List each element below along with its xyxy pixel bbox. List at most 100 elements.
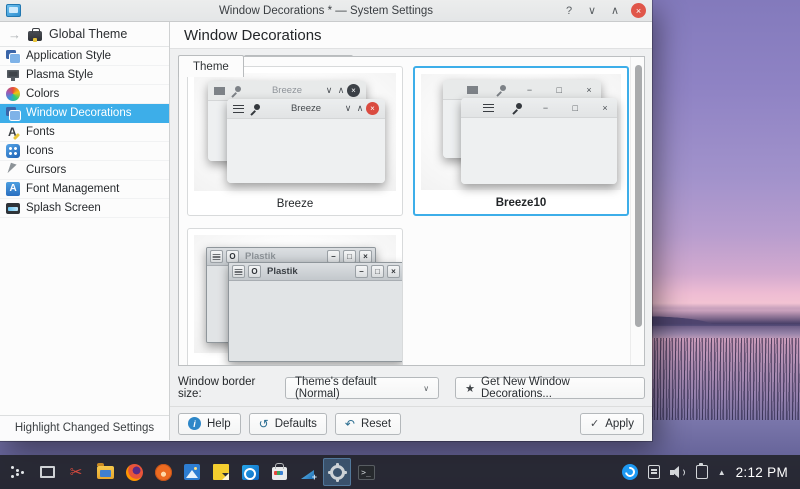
system-tray: ▲ 2:12 PM [622, 464, 796, 480]
border-size-combobox[interactable]: Theme's default (Normal) ∨ [285, 377, 439, 399]
sidebar-item-cursors[interactable]: Cursors [0, 161, 169, 180]
software-updates-icon[interactable] [622, 464, 638, 480]
system-settings-task-button[interactable] [323, 458, 351, 486]
close-window-button[interactable]: × [631, 3, 646, 18]
sidebar-item-label: Window Decorations [26, 107, 131, 119]
media-app-button[interactable] [149, 458, 177, 486]
window-decorations-icon [6, 106, 20, 120]
breeze10-preview: − □ × [421, 74, 621, 190]
window-decorations-panel: Window Decorations Theme Titlebar Button… [170, 22, 652, 440]
preview-window-title: Breeze [227, 103, 385, 114]
theme-cards-grid: Breeze ∨ ∧ × [187, 66, 629, 366]
sidebar-item-label: Icons [26, 145, 54, 157]
sidebar-item-global-theme[interactable]: → Global Theme [0, 22, 169, 47]
font-management-icon [6, 182, 20, 196]
theme-card-breeze10[interactable]: − □ × [413, 66, 629, 216]
sidebar-item-fonts[interactable]: Fonts [0, 123, 169, 142]
tray-expand-icon[interactable]: ▲ [718, 468, 726, 477]
notes-app-button[interactable] [207, 458, 235, 486]
maximize-icon: □ [371, 265, 384, 278]
sidebar-item-application-style[interactable]: Application Style [0, 47, 169, 66]
menu-icon [210, 250, 223, 263]
sidebar-item-font-management[interactable]: Font Management [0, 180, 169, 199]
sidebar-item-label: Cursors [26, 164, 66, 176]
shopping-bag-icon [272, 467, 287, 480]
global-theme-icon [28, 31, 42, 41]
star-icon: ★ [465, 382, 475, 395]
minimize-icon: − [524, 85, 536, 95]
sidebar-item-colors[interactable]: Colors [0, 85, 169, 104]
gear-icon [330, 465, 345, 480]
reset-button[interactable]: ↶ Reset [335, 413, 401, 435]
tab-theme[interactable]: Theme [178, 55, 244, 77]
terminal-icon: >_ [358, 465, 375, 480]
preview-window-active: − □ × [461, 98, 617, 184]
sidebar-item-label: Application Style [26, 50, 111, 62]
breeze-preview: Breeze ∨ ∧ × [194, 73, 396, 191]
theme-card-plastik[interactable]: O Plastik – □ × [187, 228, 403, 366]
menu-icon [232, 265, 245, 278]
border-size-row: Window border size: Theme's default (Nor… [178, 373, 645, 403]
clock[interactable]: 2:12 PM [736, 465, 788, 480]
maximize-window-button[interactable]: ∧ [608, 4, 622, 18]
preview-window-active: Breeze ∨ ∧ × [227, 99, 385, 183]
cut-tool-button[interactable]: ✂ [62, 458, 90, 486]
sidebar-item-label: Plasma Style [26, 69, 93, 81]
file-manager-button[interactable] [91, 458, 119, 486]
sidebar-item-splash-screen[interactable]: Splash Screen [0, 199, 169, 218]
desktop: Window Decorations * — System Settings ?… [0, 0, 800, 489]
app-launcher-button[interactable] [4, 458, 32, 486]
minimize-window-button[interactable]: ∨ [585, 4, 599, 18]
theme-name: Breeze10 [415, 197, 627, 209]
colors-icon [6, 87, 20, 101]
window-title: Window Decorations * — System Settings [0, 5, 652, 17]
finance-chart-app-button[interactable] [294, 458, 322, 486]
discover-store-button[interactable] [265, 458, 293, 486]
maximize-icon: □ [553, 85, 565, 95]
icons-icon [6, 144, 20, 158]
volume-icon[interactable] [670, 465, 686, 479]
border-size-label: Window border size: [178, 376, 277, 400]
theme-list-scrollbar[interactable] [630, 57, 644, 365]
preview-window-title: Plastik [267, 266, 298, 277]
image-gallery-button[interactable] [178, 458, 206, 486]
notes-tray-icon[interactable] [648, 465, 660, 479]
minimize-icon: – [355, 265, 368, 278]
scrollbar-thumb[interactable] [635, 65, 642, 327]
get-new-window-decorations-button[interactable]: ★ Get New Window Decorations... [455, 377, 645, 399]
menu-icon [467, 86, 478, 94]
preview-window-title: Plastik [245, 251, 276, 262]
plastik-preview: O Plastik – □ × [194, 235, 396, 353]
close-icon: × [599, 103, 611, 113]
taskbar: ✂ >_ ▲ 2:12 PM [0, 455, 800, 489]
preview-window-title: Breeze [208, 85, 366, 96]
window-titlebar[interactable]: Window Decorations * — System Settings ?… [0, 0, 652, 22]
help-window-button[interactable]: ? [562, 4, 576, 18]
firefox-button[interactable] [120, 458, 148, 486]
splash-screen-icon [6, 203, 20, 214]
apply-button[interactable]: ✓ Apply [580, 413, 644, 435]
close-icon: × [387, 265, 400, 278]
minimize-icon: − [540, 103, 552, 113]
sidebar-item-icons[interactable]: Icons [0, 142, 169, 161]
terminal-button[interactable]: >_ [352, 458, 380, 486]
chevron-down-icon: ∨ [423, 384, 429, 393]
sidebar-item-label: Colors [26, 88, 59, 100]
undo-icon: ↶ [345, 417, 355, 431]
virtual-desktop-pager[interactable] [33, 458, 61, 486]
highlight-changed-settings-button[interactable]: Highlight Changed Settings [0, 415, 169, 440]
firefox-icon [126, 464, 143, 481]
pager-icon [40, 466, 55, 478]
clipboard-icon[interactable] [696, 465, 708, 479]
help-button[interactable]: i Help [178, 413, 241, 435]
dialog-button-row: i Help ↺ Defaults ↶ Reset ✓ Apply [170, 406, 652, 440]
info-icon: i [188, 417, 201, 430]
sidebar-item-plasma-style[interactable]: Plasma Style [0, 66, 169, 85]
back-arrow-icon[interactable]: → [8, 27, 21, 42]
defaults-button[interactable]: ↺ Defaults [249, 413, 327, 435]
settings-sidebar: → Global Theme Application Style Plasma … [0, 22, 170, 440]
checkmark-icon: ✓ [590, 417, 599, 430]
theme-card-breeze[interactable]: Breeze ∨ ∧ × [187, 66, 403, 216]
sidebar-item-window-decorations[interactable]: Window Decorations [0, 104, 169, 123]
outlook-button[interactable] [236, 458, 264, 486]
